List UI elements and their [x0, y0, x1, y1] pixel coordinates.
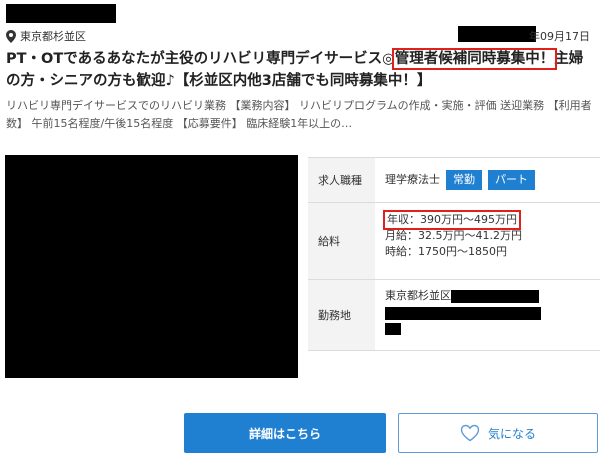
- favorite-label: 気になる: [487, 426, 536, 441]
- salary-hourly: 時給：1750円〜1850円: [385, 245, 507, 258]
- tag-full-time: 常勤: [446, 170, 482, 190]
- redacted-date-year: [458, 26, 536, 42]
- detail-button[interactable]: 詳細はこちら: [184, 413, 386, 453]
- map-pin-icon: [6, 29, 16, 43]
- job-type-value: 理学療法士: [385, 173, 440, 186]
- salary-annual: 年収：390万円〜495万円: [383, 210, 521, 230]
- title-highlight: 管理者候補同時募集中！: [391, 48, 558, 70]
- job-description: リハビリ専門デイサービスでのリハビリ業務 【業務内容】 リハビリプログラムの作成…: [6, 99, 592, 130]
- location-value: 東京都杉並区: [385, 289, 451, 302]
- redacted-address-1: [451, 289, 539, 303]
- heart-icon: [460, 424, 488, 442]
- salary-monthly: 月給：32.5万円〜41.2万円: [385, 229, 522, 242]
- redacted-address-2: [385, 307, 541, 320]
- favorite-button[interactable]: 気になる: [398, 413, 598, 453]
- posted-date: 年09月17日: [529, 30, 590, 43]
- job-title[interactable]: PT・OTであるあなたが主役のリハビリ専門デイサービス◎管理者候補同時募集中！主…: [6, 48, 596, 92]
- redacted-company-name: [6, 4, 116, 23]
- job-info-table: 求人職種 理学療法士 常勤 パート 給料 年収：390万円〜495万円 月給：3…: [308, 157, 600, 351]
- salary-row: 給料 年収：390万円〜495万円 月給：32.5万円〜41.2万円 時給：17…: [308, 203, 600, 280]
- redacted-address-3: [385, 323, 401, 335]
- salary-label: 給料: [308, 203, 375, 279]
- location-label: 勤務地: [308, 280, 375, 350]
- header-location: 東京都杉並区: [6, 28, 86, 44]
- job-type-label: 求人職種: [308, 158, 375, 202]
- location-row: 勤務地 東京都杉並区: [308, 280, 600, 351]
- redacted-photo: [5, 155, 298, 378]
- location-text: 東京都杉並区: [20, 30, 86, 43]
- title-part-1: PT・OTであるあなたが主役のリハビリ専門デイサービス◎: [6, 51, 395, 67]
- job-type-row: 求人職種 理学療法士 常勤 パート: [308, 158, 600, 203]
- tag-part-time: パート: [488, 170, 535, 190]
